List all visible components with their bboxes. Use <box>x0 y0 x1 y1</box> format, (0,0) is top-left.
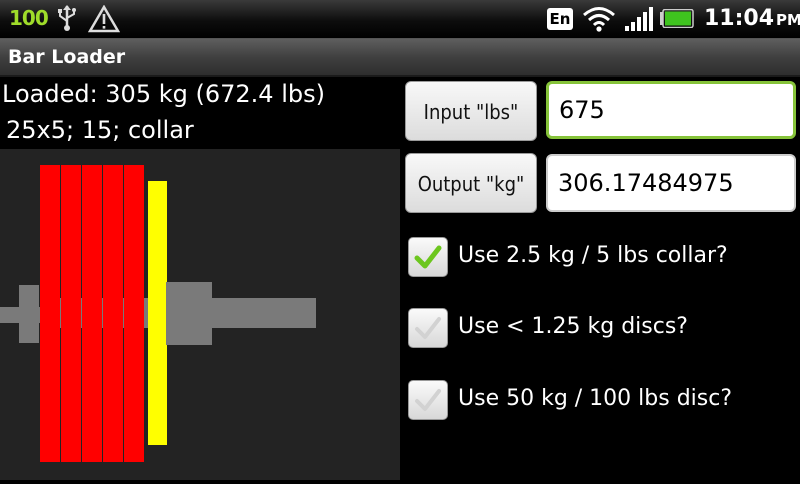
clock-time: 11:04 <box>704 6 775 31</box>
bar-sleeve <box>212 298 316 328</box>
bar-collar-stop <box>19 285 39 343</box>
battery-icon <box>660 9 694 28</box>
usb-icon <box>58 5 76 31</box>
status-bar: 100 En 11:04 PM <box>0 0 800 39</box>
check-icon <box>414 245 442 269</box>
plate-1 <box>40 165 60 462</box>
battery-level-text: 100 <box>9 6 49 30</box>
plate-2 <box>61 165 81 462</box>
loaded-weight-text: Loaded: 305 kg (672.4 lbs) <box>2 80 325 108</box>
clock-ampm: PM <box>776 11 800 29</box>
check-icon-unchecked <box>415 317 441 339</box>
wifi-icon <box>583 7 615 32</box>
app-title: Bar Loader <box>8 46 126 68</box>
plate-5 <box>124 165 144 462</box>
check-icon-unchecked <box>415 389 441 411</box>
output-kg-button[interactable]: Output "kg" <box>405 153 537 213</box>
plate-3 <box>82 165 102 462</box>
small-discs-option-label: Use < 1.25 kg discs? <box>458 314 688 339</box>
plate-6 <box>148 181 167 445</box>
plate-4 <box>103 165 123 462</box>
input-lbs-button[interactable]: Input "lbs" <box>405 81 537 141</box>
output-value-field[interactable]: 306.17484975 <box>546 154 796 212</box>
signal-icon <box>625 7 653 31</box>
language-icon: En <box>547 8 573 30</box>
title-bar: Bar Loader <box>0 39 800 77</box>
barbell-graphic <box>0 149 400 480</box>
collar-checkbox[interactable] <box>408 237 448 277</box>
bar-collar <box>166 282 212 345</box>
small-discs-checkbox[interactable] <box>408 308 448 348</box>
big-disc-option-label: Use 50 kg / 100 lbs disc? <box>458 386 733 411</box>
plates-description: 25x5; 15; collar <box>6 116 194 144</box>
input-value-field[interactable]: 675 <box>546 81 796 139</box>
big-disc-checkbox[interactable] <box>408 380 448 420</box>
collar-option-label: Use 2.5 kg / 5 lbs collar? <box>458 243 728 268</box>
warning-icon <box>88 5 120 33</box>
clock: 11:04 PM <box>704 6 800 31</box>
barbell-svg <box>0 165 316 462</box>
